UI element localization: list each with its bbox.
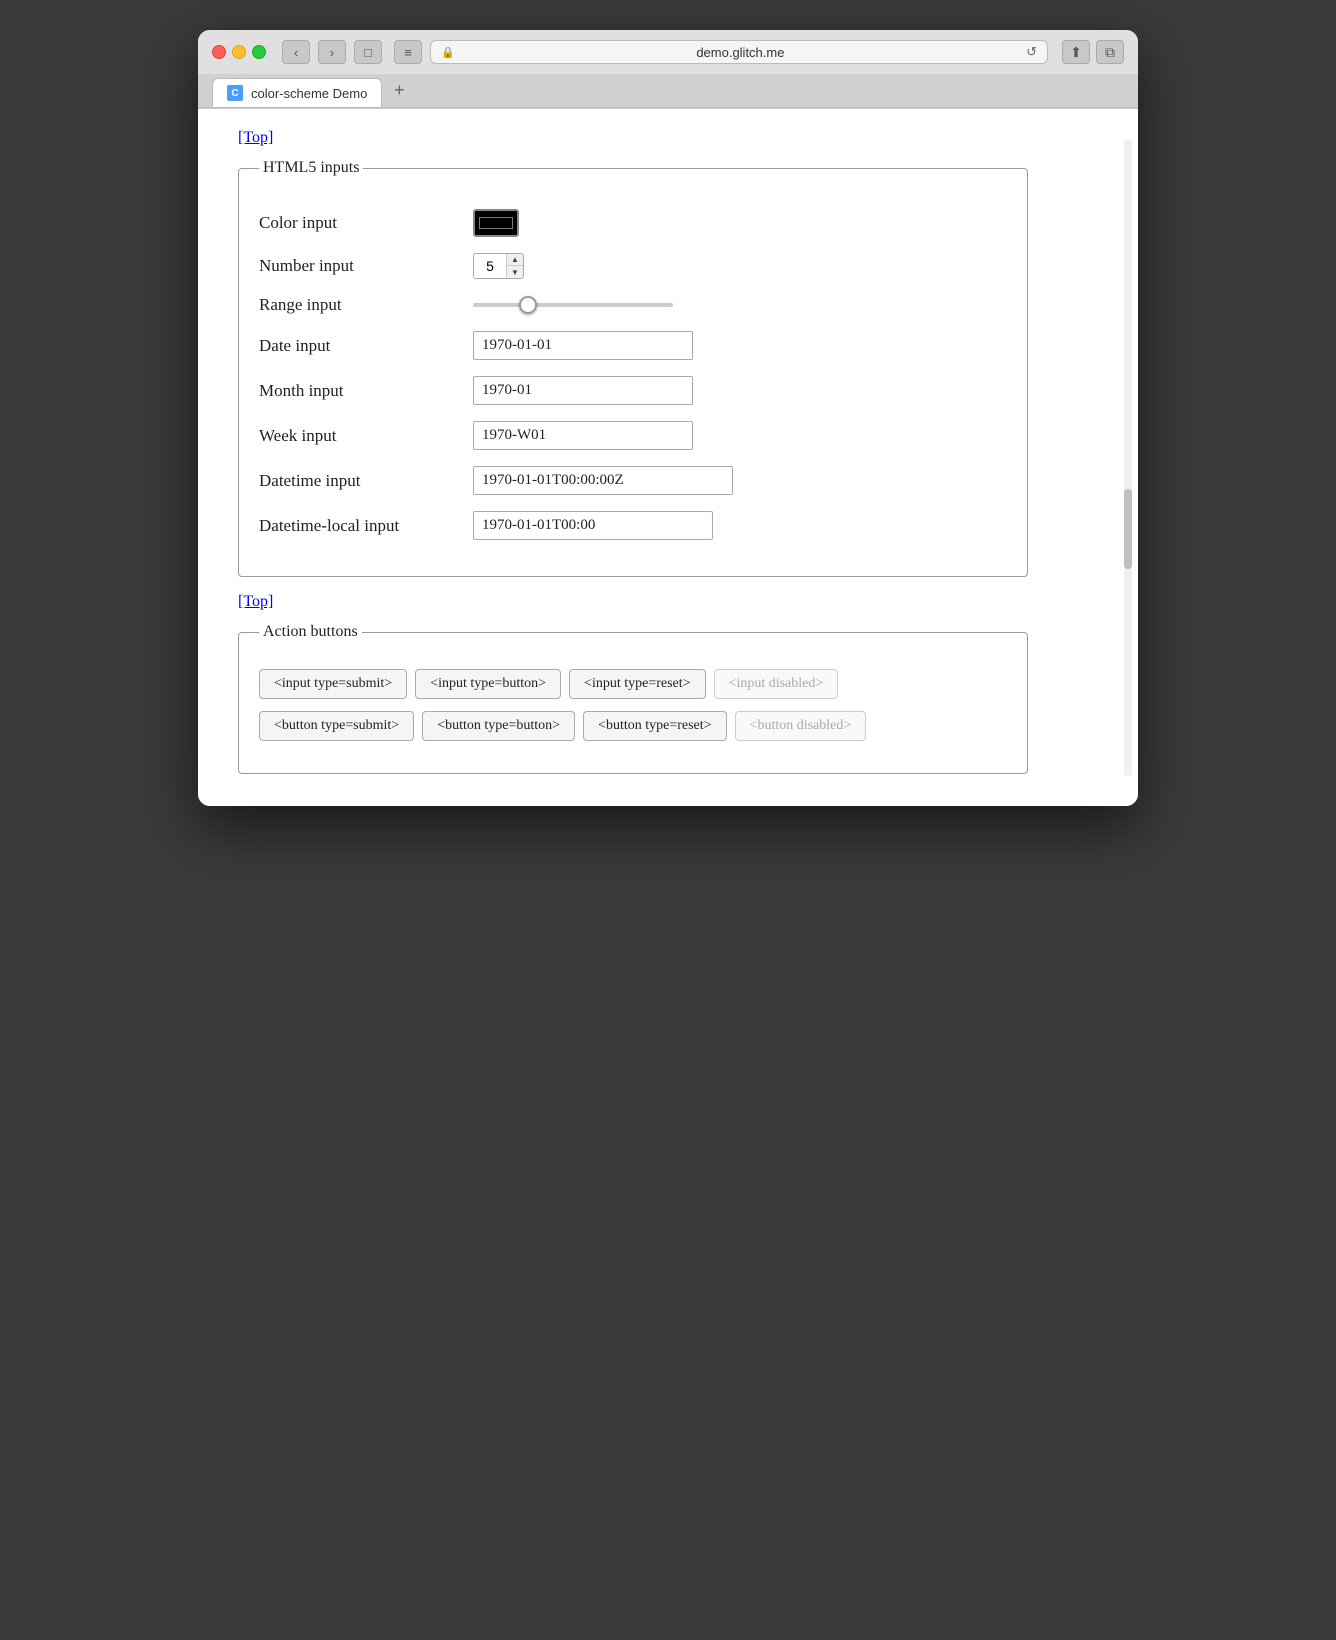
- date-input-row: Date input: [259, 331, 1007, 360]
- input-submit-button[interactable]: <input type=submit>: [259, 669, 407, 699]
- top-link-2[interactable]: [Top]: [238, 593, 273, 610]
- range-input-label: Range input: [259, 295, 459, 315]
- week-input-row: Week input: [259, 421, 1007, 450]
- number-input-label: Number input: [259, 256, 459, 276]
- new-window-button[interactable]: ⧉: [1096, 40, 1124, 64]
- button-disabled-button: <button disabled>: [735, 711, 867, 741]
- tab-bar: C color-scheme Demo +: [198, 74, 1138, 108]
- color-input-row: Color input: [259, 209, 1007, 237]
- number-decrement-button[interactable]: ▼: [507, 266, 523, 278]
- browser-chrome: ‹ › □ ≡ 🔒 demo.glitch.me ↺ ⬆: [198, 30, 1138, 109]
- color-input-label: Color input: [259, 213, 459, 233]
- page-content: [Top] HTML5 inputs Color input Number in…: [198, 109, 1138, 806]
- menu-icon: ≡: [404, 45, 412, 60]
- share-icon: ⬆: [1070, 44, 1082, 61]
- date-input-label: Date input: [259, 336, 459, 356]
- datetime-local-input-row: Datetime-local input: [259, 511, 1007, 540]
- button-buttons-group: <button type=submit> <button type=button…: [259, 711, 1007, 741]
- forward-icon: ›: [330, 45, 334, 60]
- datetime-input-label: Datetime input: [259, 471, 459, 491]
- number-input-wrapper: ▲ ▼: [473, 253, 524, 279]
- week-input-label: Week input: [259, 426, 459, 446]
- close-window-button[interactable]: [212, 45, 226, 59]
- browser-toolbar: ‹ › □ ≡ 🔒 demo.glitch.me ↺ ⬆: [198, 30, 1138, 74]
- new-window-icon: ⧉: [1105, 44, 1115, 61]
- datetime-input-row: Datetime input: [259, 466, 1007, 495]
- active-tab[interactable]: C color-scheme Demo: [212, 78, 382, 107]
- number-input[interactable]: [474, 255, 506, 277]
- scrollbar[interactable]: [1124, 139, 1132, 776]
- minimize-window-button[interactable]: [232, 45, 246, 59]
- url-text: demo.glitch.me: [461, 45, 1020, 60]
- lock-icon: 🔒: [441, 46, 455, 59]
- forward-button[interactable]: ›: [318, 40, 346, 64]
- range-input[interactable]: [473, 303, 673, 307]
- action-buttons-fieldset: Action buttons <input type=submit> <inpu…: [238, 623, 1028, 774]
- sidebar-icon: □: [364, 45, 372, 60]
- html5-inputs-legend: HTML5 inputs: [259, 159, 363, 177]
- browser-window: ‹ › □ ≡ 🔒 demo.glitch.me ↺ ⬆: [198, 30, 1138, 806]
- color-input[interactable]: [473, 209, 519, 237]
- html5-inputs-fieldset: HTML5 inputs Color input Number input ▲ …: [238, 159, 1028, 577]
- menu-button[interactable]: ≡: [394, 40, 422, 64]
- month-input-row: Month input: [259, 376, 1007, 405]
- address-bar[interactable]: 🔒 demo.glitch.me ↺: [430, 40, 1048, 64]
- share-button[interactable]: ⬆: [1062, 40, 1090, 64]
- new-tab-button[interactable]: +: [388, 80, 410, 102]
- tab-title: color-scheme Demo: [251, 86, 367, 101]
- browser-action-buttons: ⬆ ⧉: [1062, 40, 1124, 64]
- button-reset-button[interactable]: <button type=reset>: [583, 711, 727, 741]
- input-disabled-button: <input disabled>: [714, 669, 839, 699]
- back-icon: ‹: [294, 45, 298, 60]
- input-buttons-group: <input type=submit> <input type=button> …: [259, 669, 1007, 699]
- week-input[interactable]: [473, 421, 693, 450]
- button-button-button[interactable]: <button type=button>: [422, 711, 575, 741]
- reload-icon[interactable]: ↺: [1026, 44, 1037, 60]
- number-input-row: Number input ▲ ▼: [259, 253, 1007, 279]
- datetime-local-input-label: Datetime-local input: [259, 516, 459, 536]
- traffic-lights: [212, 45, 266, 59]
- range-input-row: Range input: [259, 295, 1007, 315]
- input-reset-button[interactable]: <input type=reset>: [569, 669, 706, 699]
- maximize-window-button[interactable]: [252, 45, 266, 59]
- tab-favicon: C: [227, 85, 243, 101]
- datetime-input[interactable]: [473, 466, 733, 495]
- input-button-button[interactable]: <input type=button>: [415, 669, 561, 699]
- number-spinner: ▲ ▼: [506, 254, 523, 278]
- datetime-local-input[interactable]: [473, 511, 713, 540]
- back-button[interactable]: ‹: [282, 40, 310, 64]
- action-buttons-legend: Action buttons: [259, 623, 362, 641]
- date-input[interactable]: [473, 331, 693, 360]
- month-input[interactable]: [473, 376, 693, 405]
- button-submit-button[interactable]: <button type=submit>: [259, 711, 414, 741]
- scrollbar-thumb[interactable]: [1124, 489, 1132, 569]
- sidebar-button[interactable]: □: [354, 40, 382, 64]
- top-link-1[interactable]: [Top]: [238, 129, 273, 146]
- number-increment-button[interactable]: ▲: [507, 254, 523, 266]
- month-input-label: Month input: [259, 381, 459, 401]
